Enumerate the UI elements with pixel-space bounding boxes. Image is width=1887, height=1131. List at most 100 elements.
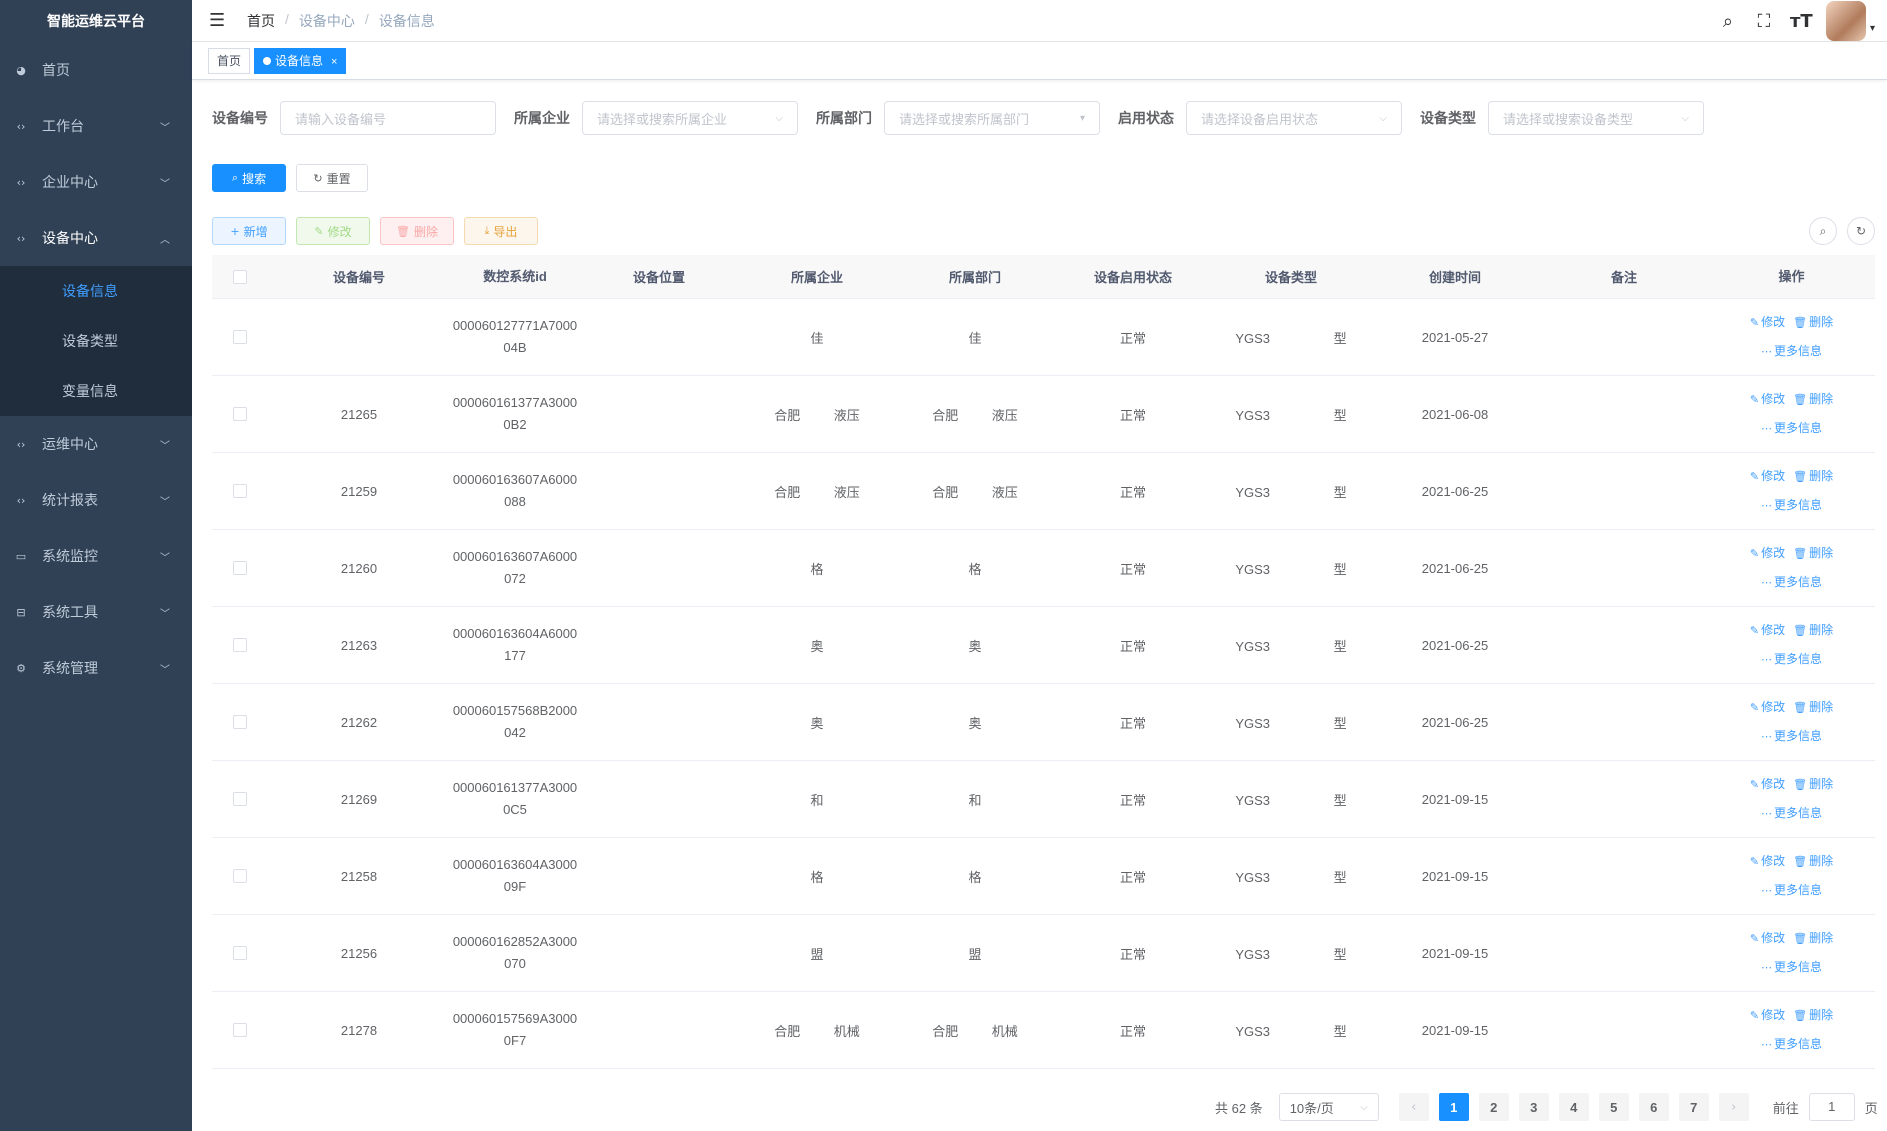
- sidebar-item-1[interactable]: ‹› 工作台 ﹀: [0, 98, 192, 154]
- next-page-button[interactable]: ›: [1718, 1093, 1749, 1121]
- row-delete-link[interactable]: 🗑 删除: [1793, 392, 1833, 406]
- cell-department: 合肥 机械: [932, 1023, 1018, 1039]
- sidebar-subitem-0[interactable]: 设备信息: [0, 266, 192, 316]
- table-row[interactable]: 21259 000060163607A6000 088 合肥 液压 合肥 液压 正常 YG…: [212, 453, 1875, 530]
- page-button[interactable]: 3: [1518, 1093, 1549, 1121]
- sidebar-item-5[interactable]: ‹› 统计报表 ﹀: [0, 472, 192, 528]
- row-delete-link[interactable]: 🗑 删除: [1793, 1008, 1833, 1022]
- row-more-link[interactable]: ⋯ 更多信息: [1761, 652, 1822, 666]
- row-edit-link[interactable]: ✎ 修改: [1750, 700, 1785, 714]
- row-edit-link[interactable]: ✎ 修改: [1750, 1008, 1785, 1022]
- row-delete-link[interactable]: 🗑 删除: [1793, 777, 1833, 791]
- row-checkbox[interactable]: [233, 869, 247, 883]
- row-more-link[interactable]: ⋯ 更多信息: [1761, 729, 1822, 743]
- row-edit-link[interactable]: ✎ 修改: [1750, 315, 1785, 329]
- row-checkbox[interactable]: [233, 715, 247, 729]
- row-delete-link[interactable]: 🗑 删除: [1793, 315, 1833, 329]
- row-delete-link[interactable]: 🗑 删除: [1793, 546, 1833, 560]
- reset-button[interactable]: ↻ 重置: [296, 164, 368, 192]
- sidebar-item-6[interactable]: ▭ 系统监控 ﹀: [0, 528, 192, 584]
- row-edit-link[interactable]: ✎ 修改: [1750, 777, 1785, 791]
- page-button[interactable]: 6: [1638, 1093, 1669, 1121]
- sidebar-item-4[interactable]: ‹› 运维中心 ﹀: [0, 416, 192, 472]
- row-more-link[interactable]: ⋯ 更多信息: [1761, 806, 1822, 820]
- row-checkbox[interactable]: [233, 407, 247, 421]
- sidebar-item-0[interactable]: ◕ 首页: [0, 42, 192, 98]
- row-more-link[interactable]: ⋯ 更多信息: [1761, 1037, 1822, 1051]
- select-all-checkbox[interactable]: [233, 269, 247, 284]
- table-row[interactable]: 21265 000060161377A3000 0B2 合肥 液压 合肥 液压 正常 YG…: [212, 376, 1875, 453]
- search-button[interactable]: ⌕ 搜索: [212, 164, 286, 192]
- breadcrumb-item-home[interactable]: 首页: [247, 11, 275, 31]
- row-edit-link[interactable]: ✎ 修改: [1750, 623, 1785, 637]
- page-button[interactable]: 4: [1558, 1093, 1589, 1121]
- row-edit-link[interactable]: ✎ 修改: [1750, 931, 1785, 945]
- sidebar-item-3[interactable]: ‹› 设备中心 ︿: [0, 210, 192, 266]
- close-icon[interactable]: ×: [331, 56, 337, 68]
- fullscreen-icon[interactable]: ⛶: [1754, 11, 1774, 32]
- row-edit-link[interactable]: ✎ 修改: [1750, 469, 1785, 483]
- table-row[interactable]: 21269 000060161377A3000 0C5 和 和 正常 YGS3 型 2021…: [212, 761, 1875, 838]
- row-delete-link[interactable]: 🗑 删除: [1793, 469, 1833, 483]
- enterprise-select[interactable]: 请选择或搜索所属企业 ⌵: [582, 101, 798, 135]
- row-delete-link[interactable]: 🗑 删除: [1793, 623, 1833, 637]
- tag-home[interactable]: 首页: [208, 47, 251, 74]
- hamburger-icon[interactable]: ☰: [209, 10, 227, 31]
- table-row[interactable]: 21258 000060163604A3000 09F 格 格 正常 YGS3 型 2021…: [212, 838, 1875, 915]
- search-icon[interactable]: ⌕: [1718, 11, 1738, 32]
- sidebar-item-2[interactable]: ‹› 企业中心 ﹀: [0, 154, 192, 210]
- sidebar-item-label: 系统管理: [42, 660, 98, 676]
- sidebar-subitem-1[interactable]: 设备类型: [0, 316, 192, 366]
- delete-button[interactable]: 🗑 删除: [380, 217, 454, 245]
- page-button[interactable]: 1: [1438, 1093, 1469, 1121]
- row-checkbox[interactable]: [233, 1023, 247, 1037]
- page-button[interactable]: 2: [1478, 1093, 1509, 1121]
- toggle-search-button[interactable]: ⌕: [1809, 217, 1837, 245]
- page-button[interactable]: 5: [1598, 1093, 1629, 1121]
- row-more-link[interactable]: ⋯ 更多信息: [1761, 960, 1822, 974]
- row-more-link[interactable]: ⋯ 更多信息: [1761, 498, 1822, 512]
- table-row[interactable]: 21260 000060163607A6000 072 格 格 正常 YGS3 型 2021…: [212, 530, 1875, 607]
- table-row[interactable]: 21263 000060163604A6000 177 奥 奥 正常 YGS3 型 2021…: [212, 607, 1875, 684]
- table-row[interactable]: 21262 000060157568B2000 042 奥 奥 正常 YGS3 型 2021…: [212, 684, 1875, 761]
- row-checkbox[interactable]: [233, 638, 247, 652]
- row-checkbox[interactable]: [233, 330, 247, 344]
- refresh-button[interactable]: ↻: [1847, 217, 1875, 245]
- row-delete-link[interactable]: 🗑 删除: [1793, 700, 1833, 714]
- page-button[interactable]: 7: [1678, 1093, 1709, 1121]
- row-more-link[interactable]: ⋯ 更多信息: [1761, 344, 1822, 358]
- device-no-input[interactable]: 请输入设备编号: [280, 101, 496, 135]
- department-select[interactable]: 请选择或搜索所属部门 ▾: [884, 101, 1100, 135]
- row-more-link[interactable]: ⋯ 更多信息: [1761, 421, 1822, 435]
- row-more-link[interactable]: ⋯ 更多信息: [1761, 575, 1822, 589]
- sidebar-item-7[interactable]: ⊟ 系统工具 ﹀: [0, 584, 192, 640]
- row-checkbox[interactable]: [233, 561, 247, 575]
- tag-device-info[interactable]: 设备信息 ×: [254, 47, 347, 74]
- caret-down-icon[interactable]: ▾: [1870, 23, 1875, 34]
- row-edit-link[interactable]: ✎ 修改: [1750, 392, 1785, 406]
- department-label: 所属部门: [816, 110, 872, 126]
- page-size-select[interactable]: 10条/页 ⌵: [1278, 1093, 1379, 1121]
- row-more-link[interactable]: ⋯ 更多信息: [1761, 883, 1822, 897]
- export-button[interactable]: ⤓ 导出: [464, 217, 538, 245]
- row-edit-link[interactable]: ✎ 修改: [1750, 546, 1785, 560]
- row-checkbox[interactable]: [233, 792, 247, 806]
- row-checkbox[interactable]: [233, 484, 247, 498]
- sidebar-subitem-2[interactable]: 变量信息: [0, 366, 192, 416]
- font-size-icon[interactable]: ᴛT: [1790, 11, 1813, 32]
- status-select[interactable]: 请选择设备启用状态 ⌵: [1186, 101, 1402, 135]
- row-checkbox[interactable]: [233, 946, 247, 960]
- row-delete-link[interactable]: 🗑 删除: [1793, 931, 1833, 945]
- prev-page-button[interactable]: ‹: [1398, 1093, 1429, 1121]
- table-row[interactable]: 21256 000060162852A3000 070 盟 盟 正常 YGS3 型 2021…: [212, 915, 1875, 992]
- add-button[interactable]: + 新增: [212, 217, 286, 245]
- table-row[interactable]: 000060127771A7000 04B 佳 佳 正常 YGS3 型 2021-05-2…: [212, 299, 1875, 376]
- avatar[interactable]: [1825, 1, 1866, 41]
- table-row[interactable]: 21278 000060157569A3000 0F7 合肥 机械 合肥 机械 正常 YG…: [212, 992, 1875, 1069]
- goto-page-input[interactable]: 1: [1808, 1093, 1855, 1121]
- row-delete-link[interactable]: 🗑 删除: [1793, 854, 1833, 868]
- edit-button[interactable]: ✎ 修改: [296, 217, 370, 245]
- row-edit-link[interactable]: ✎ 修改: [1750, 854, 1785, 868]
- type-select[interactable]: 请选择或搜索设备类型 ⌵: [1488, 101, 1704, 135]
- sidebar-item-8[interactable]: ⚙ 系统管理 ﹀: [0, 640, 192, 696]
